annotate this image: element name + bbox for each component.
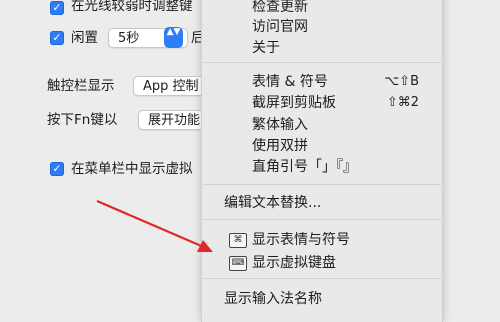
- arrow-shaft: [96, 199, 207, 250]
- annotation-arrow-icon: [96, 199, 213, 252]
